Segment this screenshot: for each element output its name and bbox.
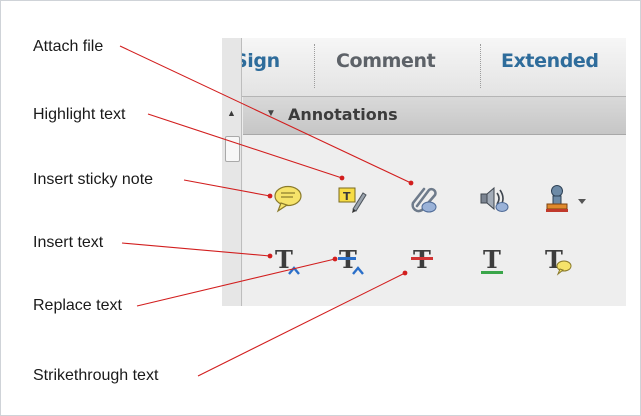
record-audio-tool[interactable] <box>477 182 511 216</box>
strikethrough-tool[interactable]: T <box>407 244 441 278</box>
underline-text-icon: T <box>481 245 503 274</box>
chevron-down-icon <box>578 199 586 204</box>
callout-attach-file: Attach file <box>33 38 104 55</box>
panel-scrollbar[interactable]: ▲ <box>222 38 242 306</box>
strikethrough-icon: T <box>411 245 433 274</box>
svg-text:T: T <box>483 245 501 274</box>
tab-extended[interactable]: Extended <box>501 50 599 72</box>
speech-bubble-icon <box>274 185 302 213</box>
svg-text:T: T <box>343 190 351 203</box>
scroll-up-arrow-icon[interactable]: ▲ <box>222 102 241 124</box>
stamp-dropdown[interactable] <box>575 182 589 216</box>
highlight-text-tool[interactable]: T <box>335 182 369 216</box>
replace-text-tool[interactable]: T <box>335 244 369 278</box>
collapse-triangle-icon[interactable]: ▼ <box>266 108 276 119</box>
svg-text:T: T <box>275 245 293 274</box>
annotations-section-header[interactable]: ▼ Annotations <box>243 97 626 135</box>
stamp-icon <box>546 185 568 212</box>
stamp-tool[interactable] <box>541 182 575 216</box>
callout-strikethrough-text: Strikethrough text <box>33 367 159 384</box>
tab-comment[interactable]: Comment <box>336 50 436 72</box>
tab-divider <box>480 44 481 88</box>
toolbar-tabs: Sign Comment Extended <box>222 38 626 97</box>
callout-insert-text: Insert text <box>33 234 104 251</box>
tab-divider <box>314 44 315 88</box>
highlight-text-icon: T <box>338 187 367 213</box>
annotation-tools: T T T T <box>243 135 626 306</box>
text-comment-tool[interactable]: T <box>541 244 575 278</box>
attach-file-tool[interactable] <box>407 182 441 216</box>
paperclip-icon <box>411 187 437 213</box>
insert-text-tool[interactable]: T <box>271 244 305 278</box>
insert-text-icon: T <box>275 245 300 275</box>
callout-insert-sticky-note: Insert sticky note <box>33 171 154 188</box>
speaker-icon <box>480 186 509 212</box>
underline-text-tool[interactable]: T <box>477 244 511 278</box>
acrobat-comment-panel: Sign Comment Extended ▲ ▼ Annotations T <box>222 38 626 306</box>
scroll-thumb[interactable] <box>225 136 240 162</box>
sticky-note-tool[interactable] <box>271 182 305 216</box>
callout-highlight-text: Highlight text <box>33 106 126 123</box>
annotations-title: Annotations <box>288 105 398 124</box>
replace-text-icon: T <box>338 245 364 275</box>
callout-replace-text: Replace text <box>33 297 122 314</box>
text-comment-icon: T <box>545 245 572 276</box>
